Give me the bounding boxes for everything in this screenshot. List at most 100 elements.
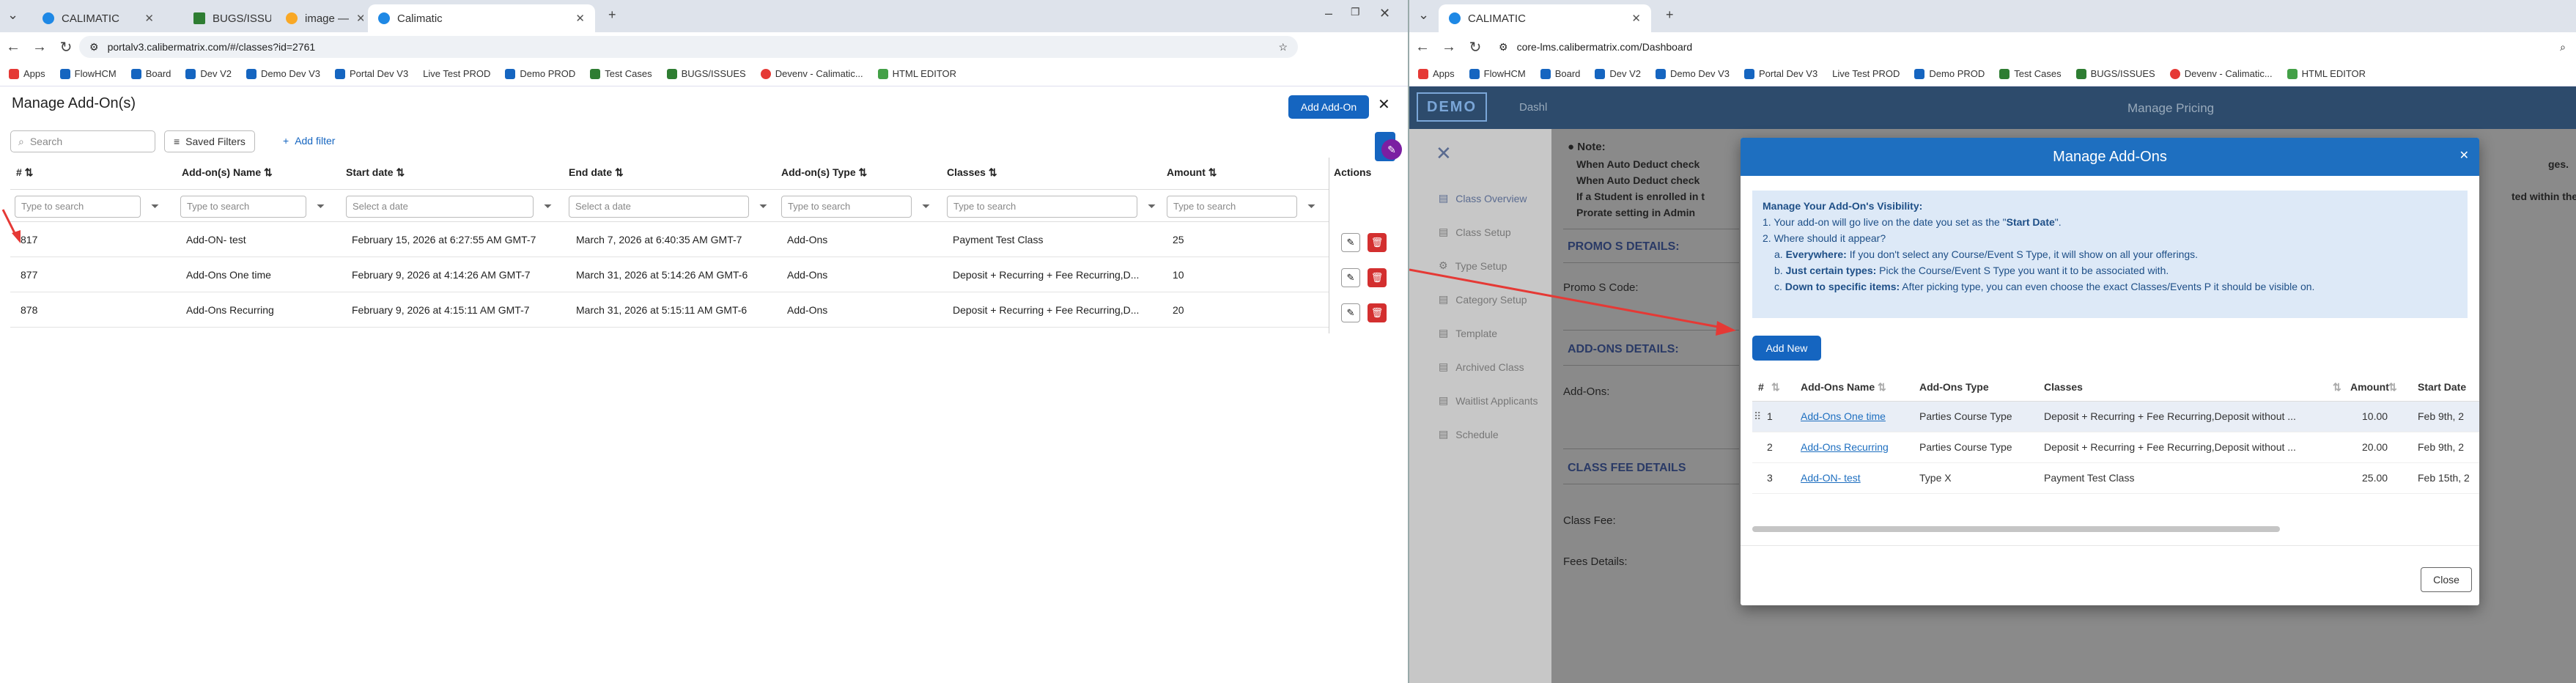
bookmark-live-test-prod[interactable]: Live Test PROD (423, 68, 490, 79)
filter-amount-input[interactable]: Type to search (1167, 196, 1297, 218)
bookmark-devenv[interactable]: Devenv - Calimatic... (760, 68, 863, 79)
filter-name-input[interactable]: Type to search (180, 196, 306, 218)
bookmark-portal-dev-v3[interactable]: Portal Dev V3 (1743, 68, 1817, 79)
table-row[interactable]: 878 Add-Ons Recurring February 9, 2026 a… (10, 292, 1329, 328)
url-field[interactable]: ⚙ core-lms.calibermatrix.com/Dashboard ⌕ (1488, 36, 2576, 58)
filter-start-date-input[interactable]: Select a date (346, 196, 534, 218)
horizontal-scrollbar[interactable] (1752, 526, 2280, 532)
tab-calimatic[interactable]: CALIMATIC ✕ (1439, 4, 1651, 32)
tab-search-icon[interactable]: ⌄ (7, 7, 18, 23)
bookmark-test-cases[interactable]: Test Cases (590, 68, 652, 79)
back-icon[interactable]: ← (1409, 39, 1436, 56)
column-header-start-date[interactable]: Start date ⇅ (346, 166, 405, 179)
bookmark-demo-dev-v3[interactable]: Demo Dev V3 (246, 68, 320, 79)
table-row[interactable]: ⠿ 1 Add-Ons One time Parties Course Type… (1752, 402, 2479, 432)
saved-filters-button[interactable]: ≡ Saved Filters (164, 130, 255, 152)
new-tab-icon[interactable]: + (608, 7, 616, 23)
site-info-icon[interactable]: ⚙ (89, 41, 99, 53)
edit-icon[interactable]: ✎ (1341, 303, 1360, 322)
close-tab-icon[interactable]: ✕ (356, 12, 363, 25)
filter-icon[interactable]: ⏷ (317, 200, 325, 213)
zoom-search-icon[interactable]: ⌕ (2560, 41, 2566, 53)
close-tab-icon[interactable]: ✕ (1631, 12, 1641, 25)
filter-icon[interactable]: ⏷ (1307, 200, 1315, 213)
back-icon[interactable]: ← (0, 39, 26, 56)
bookmark-html-editor[interactable]: HTML EDITOR (2287, 68, 2366, 79)
column-header-end-date[interactable]: End date ⇅ (569, 166, 624, 179)
delete-icon[interactable]: 🗑 (1368, 303, 1387, 322)
url-field[interactable]: ⚙ portalv3.calibermatrix.com/#/classes?i… (79, 36, 1298, 58)
column-header-id[interactable]: # ⇅ (16, 166, 33, 179)
tab-bugs[interactable]: BUGS/ISSU ✕ (183, 4, 271, 32)
pencil-icon[interactable]: ✎ (1381, 139, 1402, 160)
filter-icon[interactable]: ⏷ (922, 200, 930, 213)
bookmark-html-editor[interactable]: HTML EDITOR (877, 68, 956, 79)
forward-icon[interactable]: → (1436, 39, 1462, 56)
close-button[interactable]: Close (2421, 567, 2472, 592)
bookmark-test-cases[interactable]: Test Cases (1999, 68, 2062, 79)
tab-calimatic-1[interactable]: CALIMATIC ✕ (32, 4, 164, 32)
bookmark-apps[interactable]: Apps (9, 68, 45, 79)
table-row[interactable]: 2 Add-Ons Recurring Parties Course Type … (1752, 432, 2479, 463)
bookmark-flowhcm[interactable]: FlowHCM (1469, 68, 1526, 79)
bookmark-dev-v2[interactable]: Dev V2 (185, 68, 232, 79)
bookmark-devenv[interactable]: Devenv - Calimatic... (2169, 68, 2273, 79)
add-filter-button[interactable]: + Add filter (283, 135, 335, 147)
drag-handle-icon[interactable]: ⠿ (1754, 410, 1761, 423)
delete-icon[interactable]: 🗑 (1368, 233, 1387, 252)
bookmark-demo-prod[interactable]: Demo PROD (505, 68, 575, 79)
addon-name-link[interactable]: Add-Ons One time (1801, 410, 1886, 422)
column-header-name[interactable]: Add-Ons Name ⇅ (1801, 381, 1886, 394)
filter-id-input[interactable]: Type to search (15, 196, 141, 218)
column-header-type[interactable]: Add-on(s) Type ⇅ (781, 166, 867, 179)
minimize-icon[interactable]: – (1325, 6, 1332, 21)
bookmark-demo-prod[interactable]: Demo PROD (1914, 68, 1985, 79)
add-addon-button[interactable]: Add Add-On (1288, 95, 1369, 119)
edit-icon[interactable]: ✎ (1341, 233, 1360, 252)
bookmark-flowhcm[interactable]: FlowHCM (59, 68, 117, 79)
site-info-icon[interactable]: ⚙ (1499, 41, 1508, 53)
column-header-classes[interactable]: Classes ⇅ (947, 166, 997, 179)
column-header-name[interactable]: Add-on(s) Name ⇅ (182, 166, 273, 179)
new-tab-icon[interactable]: + (1666, 7, 1674, 23)
tab-search-icon[interactable]: ⌄ (1418, 7, 1429, 23)
table-row[interactable]: 877 Add-Ons One time February 9, 2026 at… (10, 257, 1329, 292)
close-icon[interactable]: ✕ (2459, 148, 2469, 163)
filter-icon[interactable]: ⏷ (151, 200, 159, 213)
add-new-button[interactable]: Add New (1752, 336, 1821, 361)
bookmark-bugs-issues[interactable]: BUGS/ISSUES (2075, 68, 2155, 79)
bookmark-board[interactable]: Board (130, 68, 171, 79)
maximize-icon[interactable]: ❐ (1351, 6, 1360, 18)
delete-icon[interactable]: 🗑 (1368, 268, 1387, 287)
bookmark-board[interactable]: Board (1540, 68, 1580, 79)
addon-name-link[interactable]: Add-Ons Recurring (1801, 441, 1889, 453)
reload-icon[interactable]: ↻ (1462, 38, 1488, 56)
filter-end-date-input[interactable]: Select a date (569, 196, 749, 218)
tab-calimatic-active[interactable]: Calimatic ✕ (368, 4, 595, 32)
filter-classes-input[interactable]: Type to search (947, 196, 1137, 218)
bookmark-star-icon[interactable]: ☆ (1278, 41, 1288, 53)
sidebar-item-waitlist-applicants[interactable]: ▤ Waitlist Applicants (1439, 394, 1538, 407)
tab-image[interactable]: image — ✕ (276, 4, 363, 32)
filter-icon[interactable]: ⏷ (759, 200, 767, 213)
bookmark-portal-dev-v3[interactable]: Portal Dev V3 (334, 68, 408, 79)
sidebar-item-schedule[interactable]: ▤ Schedule (1439, 428, 1499, 440)
column-header-amount[interactable]: Amount ⇅ (1167, 166, 1217, 179)
table-row[interactable]: 817 Add-ON- test February 15, 2026 at 6:… (10, 222, 1329, 257)
bookmark-live-test-prod[interactable]: Live Test PROD (1832, 68, 1900, 79)
table-row[interactable]: 3 Add-ON- test Type X Payment Test Class… (1752, 463, 2479, 494)
bookmark-bugs-issues[interactable]: BUGS/ISSUES (666, 68, 746, 79)
filter-icon[interactable]: ⏷ (1148, 200, 1156, 213)
reload-icon[interactable]: ↻ (53, 38, 79, 56)
addon-name-link[interactable]: Add-ON- test (1801, 472, 1861, 484)
forward-icon[interactable]: → (26, 39, 53, 56)
bookmark-dev-v2[interactable]: Dev V2 (1595, 68, 1641, 79)
close-window-icon[interactable]: ✕ (1379, 6, 1390, 21)
filter-icon[interactable]: ⏷ (544, 200, 552, 213)
edit-icon[interactable]: ✎ (1341, 268, 1360, 287)
filter-type-input[interactable]: Type to search (781, 196, 912, 218)
search-input[interactable]: ⌕ Search (10, 130, 155, 152)
sidebar-item-archived-class[interactable]: ▤ Archived Class (1439, 361, 1524, 373)
close-tab-icon[interactable]: ✕ (144, 12, 154, 25)
close-icon[interactable]: ✕ (1378, 95, 1390, 114)
